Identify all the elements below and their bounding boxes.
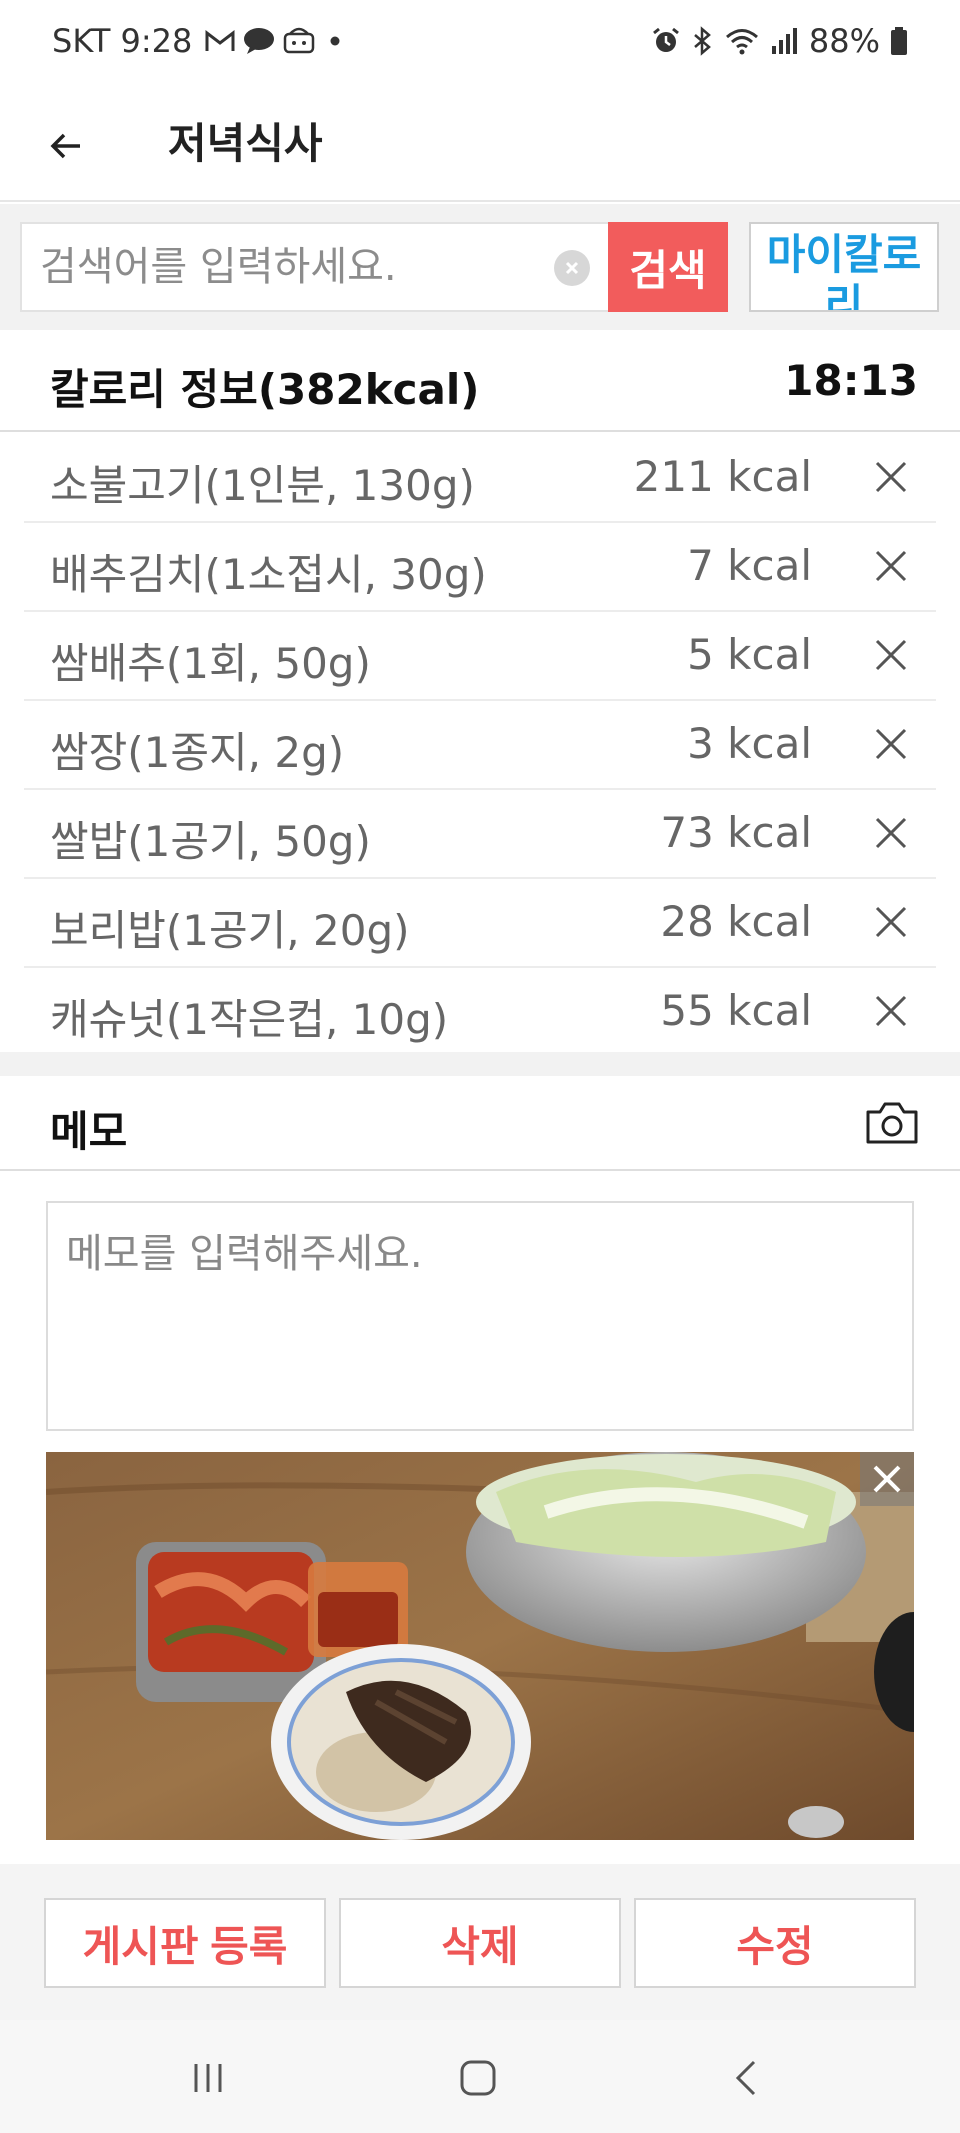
food-name: 소불고기(1인분, 130g) (50, 461, 475, 510)
close-icon (875, 817, 907, 849)
food-kcal: 5 kcal (687, 630, 812, 679)
food-row[interactable]: 캐슈넛(1작은컵, 10g) 55 kcal (24, 968, 936, 1057)
edit-button[interactable]: 수정 (634, 1898, 916, 1988)
food-kcal: 211 kcal (633, 452, 812, 501)
remove-food-button[interactable] (866, 541, 916, 591)
food-name: 배추김치(1소접시, 30g) (50, 550, 487, 599)
back-button[interactable] (36, 116, 96, 176)
back-icon (735, 2060, 756, 2096)
remove-food-button[interactable] (866, 452, 916, 502)
search-box (20, 222, 610, 312)
food-kcal: 7 kcal (687, 541, 812, 590)
action-bar: 게시판 등록 삭제 수정 (0, 1864, 960, 2020)
camera-icon (866, 1102, 918, 1144)
close-icon (875, 728, 907, 760)
memo-title: 메모 (50, 1107, 128, 1156)
memo-header: 메모 (0, 1076, 960, 1171)
search-input[interactable] (40, 224, 560, 310)
home-icon (460, 2060, 496, 2096)
remove-food-button[interactable] (866, 808, 916, 858)
memo-input[interactable] (46, 1201, 914, 1431)
alarm-icon (651, 26, 681, 56)
app-bar: 저녁식사 (0, 90, 960, 202)
wifi-icon (725, 26, 759, 56)
remove-food-button[interactable] (866, 897, 916, 947)
status-right: 88% (651, 22, 908, 60)
food-name: 보리밥(1공기, 20g) (50, 906, 410, 955)
signal-icon (769, 26, 799, 56)
food-name: 쌈장(1종지, 2g) (50, 728, 345, 777)
food-kcal: 3 kcal (687, 719, 812, 768)
delete-button[interactable]: 삭제 (339, 1898, 621, 1988)
remove-food-button[interactable] (866, 719, 916, 769)
battery-percent: 88% (808, 22, 880, 60)
close-icon (873, 1465, 901, 1493)
food-kcal: 28 kcal (660, 897, 812, 946)
bluetooth-icon (691, 26, 715, 56)
recent-apps-button[interactable] (178, 2050, 238, 2106)
food-row[interactable]: 배추김치(1소접시, 30g) 7 kcal (24, 523, 936, 612)
close-icon (875, 906, 907, 938)
post-to-board-button[interactable]: 게시판 등록 (44, 1898, 326, 1988)
food-row[interactable]: 쌈배추(1회, 50g) 5 kcal (24, 612, 936, 701)
battery-icon (890, 26, 908, 56)
meal-photo-image (46, 1452, 914, 1840)
remove-food-button[interactable] (866, 630, 916, 680)
page-title: 저녁식사 (168, 119, 323, 168)
calorie-info-header: 칼로리 정보(382kcal) 18:13 (0, 332, 960, 432)
status-left: SKT 9:28 (52, 22, 348, 60)
food-row[interactable]: 보리밥(1공기, 20g) 28 kcal (24, 879, 936, 968)
recent-apps-icon (194, 2064, 222, 2092)
food-list: 소불고기(1인분, 130g) 211 kcal 배추김치(1소접시, 30g)… (0, 434, 960, 1057)
food-kcal: 55 kcal (660, 986, 812, 1035)
remove-photo-button[interactable] (860, 1452, 914, 1506)
camera-button[interactable] (864, 1098, 920, 1148)
system-nav-bar (0, 2020, 960, 2133)
food-name: 캐슈넛(1작은컵, 10g) (50, 995, 449, 1044)
close-icon (875, 550, 907, 582)
close-icon (875, 461, 907, 493)
close-icon (875, 995, 907, 1027)
meal-photo (46, 1452, 914, 1840)
gmail-icon (204, 28, 236, 54)
chat-icon (242, 26, 276, 56)
dot-icon (322, 28, 348, 54)
food-kcal: 73 kcal (660, 808, 812, 857)
close-icon (875, 639, 907, 671)
status-time: SKT 9:28 (52, 22, 193, 60)
remove-food-button[interactable] (866, 986, 916, 1036)
clear-search-button[interactable] (554, 250, 590, 286)
system-back-button[interactable] (718, 2050, 778, 2106)
my-calorie-button[interactable]: 마이칼로리 (749, 222, 939, 312)
back-arrow-icon (50, 133, 80, 159)
food-row[interactable]: 쌈장(1종지, 2g) 3 kcal (24, 701, 936, 790)
clear-icon (565, 261, 579, 275)
calorie-info-title: 칼로리 정보(382kcal) (50, 365, 480, 414)
meal-time[interactable]: 18:13 (784, 356, 918, 405)
food-row[interactable]: 소불고기(1인분, 130g) 211 kcal (24, 434, 936, 523)
section-divider (0, 1052, 960, 1076)
food-name: 쌈배추(1회, 50g) (50, 639, 371, 688)
home-button[interactable] (448, 2050, 508, 2106)
search-button[interactable]: 검색 (608, 222, 728, 312)
app-icon (282, 26, 316, 56)
search-area: 검색 마이칼로리 (0, 204, 960, 330)
food-row[interactable]: 쌀밥(1공기, 50g) 73 kcal (24, 790, 936, 879)
food-name: 쌀밥(1공기, 50g) (50, 817, 371, 866)
status-bar: SKT 9:28 88% (0, 0, 960, 90)
